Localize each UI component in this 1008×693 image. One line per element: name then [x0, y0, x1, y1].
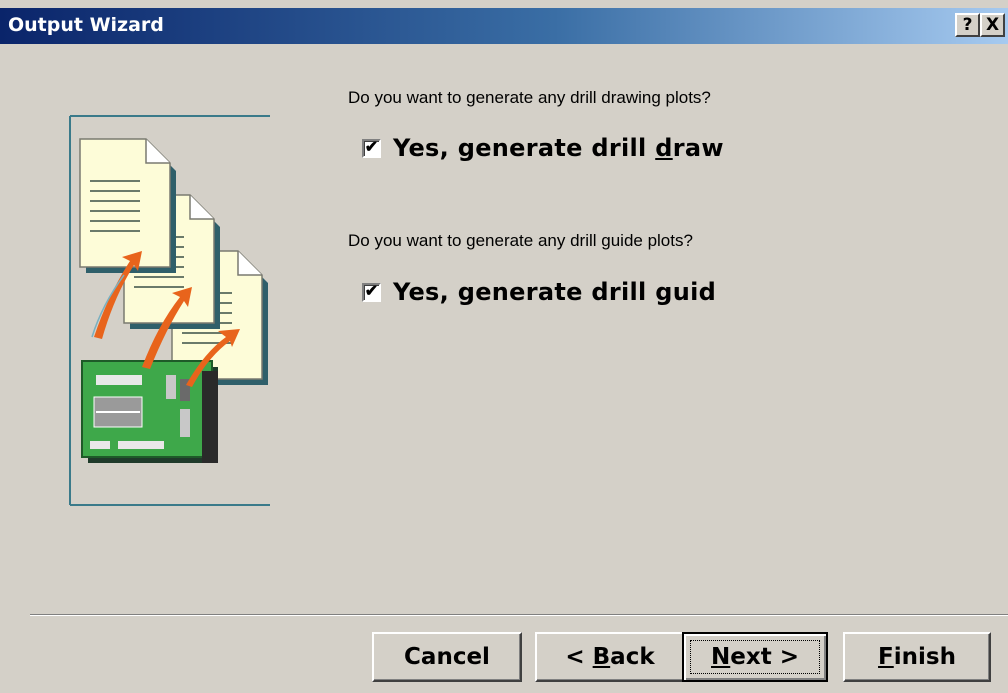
close-button[interactable]: X — [980, 13, 1005, 37]
document-icon — [79, 138, 176, 273]
next-button[interactable]: Next > — [682, 632, 828, 682]
drill-drawing-question: Do you want to generate any drill drawin… — [348, 88, 711, 107]
cancel-button[interactable]: Cancel — [372, 632, 522, 682]
drill-guide-checkbox[interactable]: ✔ — [362, 282, 381, 302]
wizard-illustration — [69, 115, 270, 506]
drill-drawing-label[interactable]: Yes, generate drill draw — [393, 134, 724, 162]
title-bar[interactable]: Output Wizard ? X — [0, 8, 1008, 44]
drill-drawing-checkbox[interactable]: ✔ — [362, 138, 381, 158]
finish-button[interactable]: Finish — [843, 632, 991, 682]
drill-guide-question: Do you want to generate any drill guide … — [348, 231, 693, 250]
drill-drawing-option[interactable]: ✔ Yes, generate drill draw — [362, 134, 724, 162]
button-separator — [30, 614, 1008, 616]
drill-guide-label[interactable]: Yes, generate drill guid — [393, 278, 716, 306]
back-button[interactable]: < Back — [535, 632, 685, 682]
window-title: Output Wizard — [8, 14, 164, 36]
drill-guide-option[interactable]: ✔ Yes, generate drill guid — [362, 278, 716, 306]
help-button[interactable]: ? — [955, 13, 980, 37]
